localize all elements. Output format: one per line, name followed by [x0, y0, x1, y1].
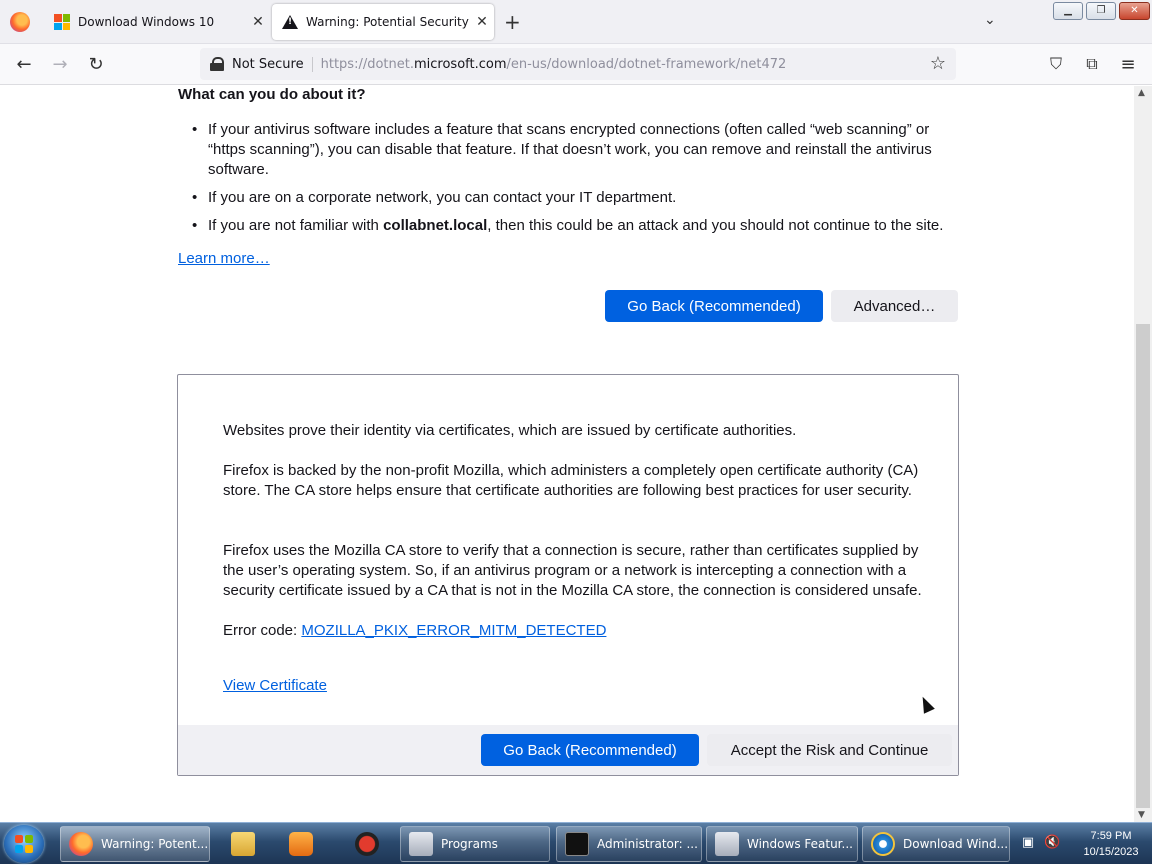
tab-label: Warning: Potential Security Risk Ahead: [306, 15, 470, 29]
site-domain: collabnet.local: [383, 217, 488, 234]
advanced-panel-footer: Go Back (Recommended) Accept the Risk an…: [178, 725, 958, 775]
accept-risk-button[interactable]: Accept the Risk and Continue: [707, 734, 952, 766]
reload-icon[interactable]: ↻: [84, 54, 108, 75]
record-icon: [355, 832, 379, 856]
taskbar-item-label: Windows Featur...: [747, 837, 853, 851]
taskbar-item-cmd[interactable]: Administrator: ...: [556, 826, 702, 862]
taskbar-item-ie[interactable]: Download Wind...: [862, 826, 1010, 862]
windows-flag-icon: [15, 835, 33, 853]
new-tab-icon[interactable]: +: [504, 10, 521, 34]
scroll-thumb[interactable]: [1136, 324, 1150, 808]
volume-muted-icon[interactable]: 🔇: [1044, 835, 1060, 851]
warning-icon: [282, 15, 298, 29]
url-text[interactable]: https://dotnet.microsoft.com/en-us/downl…: [321, 57, 787, 72]
chevron-down-icon[interactable]: ⌄: [984, 12, 996, 28]
windows-features-icon: [715, 832, 739, 856]
minimize-button[interactable]: ▁: [1053, 2, 1083, 20]
go-back-button[interactable]: Go Back (Recommended): [481, 734, 699, 766]
taskbar-item-label: Warning: Potent...: [101, 837, 209, 851]
tab-close-icon[interactable]: ✕: [470, 14, 494, 30]
system-tray: ▣ 🔇 7:59 PM 10/15/2023: [1012, 823, 1152, 865]
tab-strip: Download Windows 10 ✕ Warning: Potential…: [0, 0, 1152, 44]
recorder-pin[interactable]: [342, 826, 392, 862]
learn-more-link[interactable]: Learn more…: [178, 250, 270, 267]
certificate-explanation: Websites prove their identity via certif…: [223, 422, 797, 439]
network-icon[interactable]: ▣: [1020, 835, 1036, 851]
tab-close-icon[interactable]: ✕: [246, 14, 270, 30]
tab-security-warning[interactable]: Warning: Potential Security Risk Ahead ✕: [272, 4, 494, 40]
clock[interactable]: 7:59 PM 10/15/2023: [1072, 828, 1150, 860]
forward-arrow-icon[interactable]: →: [48, 54, 72, 75]
firefox-menu-icon[interactable]: [10, 12, 30, 32]
list-item: If you are not familiar with collabnet.l…: [192, 216, 952, 236]
taskbar: Warning: Potent... Programs Administrato…: [0, 822, 1152, 864]
list-item: If you are on a corporate network, you c…: [192, 188, 952, 208]
vertical-scrollbar[interactable]: ▲ ▼: [1134, 86, 1152, 822]
extensions-icon[interactable]: ⧉: [1080, 54, 1104, 74]
tab-download-windows[interactable]: Download Windows 10 ✕: [44, 4, 270, 40]
cmd-icon: [565, 832, 589, 856]
view-certificate-link[interactable]: View Certificate: [223, 677, 327, 694]
url-bar[interactable]: Not Secure https://dotnet.microsoft.com/…: [200, 48, 956, 80]
media-player-icon: [289, 832, 313, 856]
ca-store-explanation: Firefox uses the Mozilla CA store to ver…: [223, 542, 922, 599]
lock-icon[interactable]: [210, 57, 224, 71]
section-heading: What can you do about it?: [178, 86, 366, 103]
mozilla-ca-explanation: Firefox is backed by the non-profit Mozi…: [223, 462, 919, 499]
error-code-line: Error code: MOZILLA_PKIX_ERROR_MITM_DETE…: [223, 622, 607, 639]
advice-list: If your antivirus software includes a fe…: [192, 120, 952, 244]
ie-icon: [871, 832, 895, 856]
tab-label: Download Windows 10: [78, 15, 215, 29]
windows-logo-icon: [54, 14, 70, 30]
error-code-link[interactable]: MOZILLA_PKIX_ERROR_MITM_DETECTED: [301, 622, 606, 639]
go-back-button[interactable]: Go Back (Recommended): [605, 290, 823, 322]
taskbar-item-windows-features[interactable]: Windows Featur...: [706, 826, 858, 862]
hamburger-menu-icon[interactable]: ≡: [1116, 54, 1140, 75]
explorer-pin[interactable]: [218, 826, 268, 862]
list-item: If your antivirus software includes a fe…: [192, 120, 952, 180]
navigation-bar: ← → ↻ Not Secure https://dotnet.microsof…: [0, 44, 1152, 85]
advanced-panel: Websites prove their identity via certif…: [177, 374, 959, 776]
scroll-up-icon[interactable]: ▲: [1138, 88, 1145, 98]
media-player-pin[interactable]: [276, 826, 326, 862]
restore-button[interactable]: ❐: [1086, 2, 1116, 20]
advanced-button[interactable]: Advanced…: [831, 290, 958, 322]
page-content: What can you do about it? If your antivi…: [0, 86, 1134, 822]
start-button[interactable]: [4, 825, 44, 863]
clock-date: 10/15/2023: [1083, 846, 1139, 858]
taskbar-item-label: Programs: [441, 837, 498, 851]
close-window-button[interactable]: ✕: [1119, 2, 1150, 20]
taskbar-item-firefox[interactable]: Warning: Potent...: [60, 826, 210, 862]
pocket-icon[interactable]: ⛉: [1044, 54, 1068, 74]
scroll-down-icon[interactable]: ▼: [1138, 810, 1145, 820]
folder-icon: [231, 832, 255, 856]
taskbar-item-programs[interactable]: Programs: [400, 826, 550, 862]
firefox-icon: [69, 832, 93, 856]
not-secure-label[interactable]: Not Secure: [232, 56, 313, 72]
bookmark-star-icon[interactable]: ☆: [930, 53, 946, 74]
programs-icon: [409, 832, 433, 856]
back-arrow-icon[interactable]: ←: [12, 54, 36, 75]
taskbar-item-label: Download Wind...: [903, 837, 1009, 851]
clock-time: 7:59 PM: [1090, 830, 1132, 842]
taskbar-item-label: Administrator: ...: [597, 837, 698, 851]
